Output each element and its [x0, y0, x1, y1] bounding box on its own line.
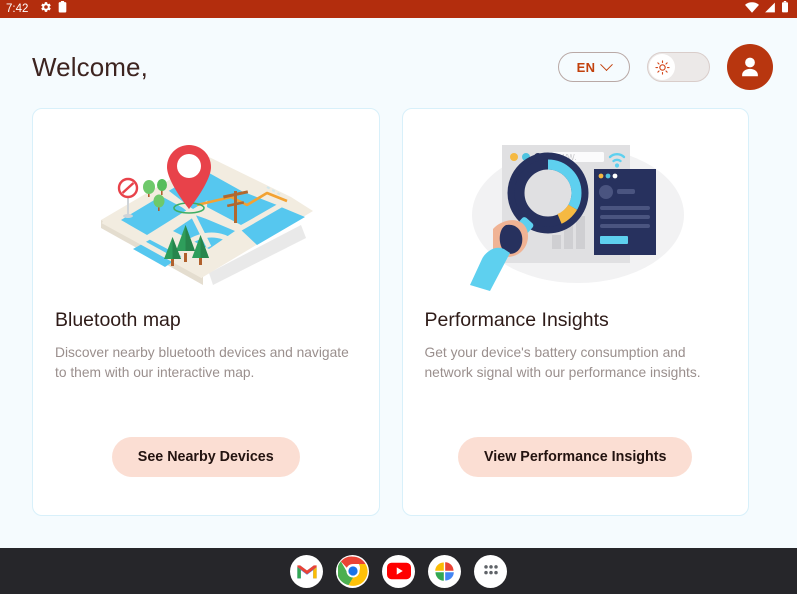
page-header: Welcome, EN — [0, 18, 797, 108]
view-performance-insights-button[interactable]: View Performance Insights — [458, 437, 693, 477]
card-performance-insights[interactable]: WWW. Performance Insights Get your devic… — [401, 108, 749, 516]
card-bluetooth-map-body: Bluetooth map Discover nearby bluetooth … — [33, 309, 379, 383]
card-description: Discover nearby bluetooth devices and na… — [55, 345, 349, 380]
battery-icon — [781, 0, 789, 18]
chevron-down-icon — [600, 57, 614, 71]
chrome-icon[interactable] — [336, 554, 369, 588]
performance-analytics-illustration: WWW. — [470, 144, 685, 291]
see-nearby-devices-button[interactable]: See Nearby Devices — [111, 437, 300, 477]
clipboard-icon — [58, 0, 67, 18]
card-title: Performance Insights — [424, 309, 609, 331]
youtube-icon[interactable] — [382, 554, 415, 588]
bluetooth-map-illustration-wrap — [33, 109, 379, 309]
card-description: Get your device's battery consumption an… — [424, 345, 701, 380]
sun-icon — [654, 59, 670, 75]
google-photos-icon[interactable] — [428, 554, 461, 588]
feature-cards: Bluetooth map Discover nearby bluetooth … — [0, 108, 797, 548]
page-title: Welcome, — [32, 51, 148, 82]
card-performance-insights-action: View Performance Insights — [403, 437, 749, 515]
card-performance-insights-body: Performance Insights Get your device's b… — [403, 309, 749, 383]
app-drawer-icon[interactable] — [474, 554, 507, 588]
home-screen: 7:42 Welcome, EN Bluetooth map Discover … — [0, 0, 797, 594]
cellular-signal-icon — [764, 0, 776, 18]
header-actions: EN — [558, 44, 773, 90]
performance-illustration-wrap: WWW. — [403, 109, 749, 309]
language-label: EN — [576, 59, 596, 75]
theme-toggle[interactable] — [647, 52, 710, 82]
avatar[interactable] — [727, 44, 773, 90]
status-clock: 7:42 — [6, 3, 29, 15]
user-avatar-icon — [742, 57, 758, 77]
gmail-icon[interactable] — [290, 554, 323, 588]
status-bar: 7:42 — [0, 0, 797, 18]
language-selector[interactable]: EN — [558, 52, 630, 82]
wifi-icon — [745, 0, 759, 18]
card-bluetooth-map-action: See Nearby Devices — [33, 437, 379, 515]
status-bar-left: 7:42 — [6, 0, 67, 18]
status-bar-right — [745, 0, 791, 18]
app-dock — [0, 548, 797, 594]
android-settings-icon — [40, 0, 52, 18]
theme-toggle-knob — [649, 54, 675, 80]
card-title: Bluetooth map — [55, 309, 181, 331]
card-bluetooth-map[interactable]: Bluetooth map Discover nearby bluetooth … — [32, 108, 380, 516]
isometric-bluetooth-map-illustration — [100, 144, 313, 285]
